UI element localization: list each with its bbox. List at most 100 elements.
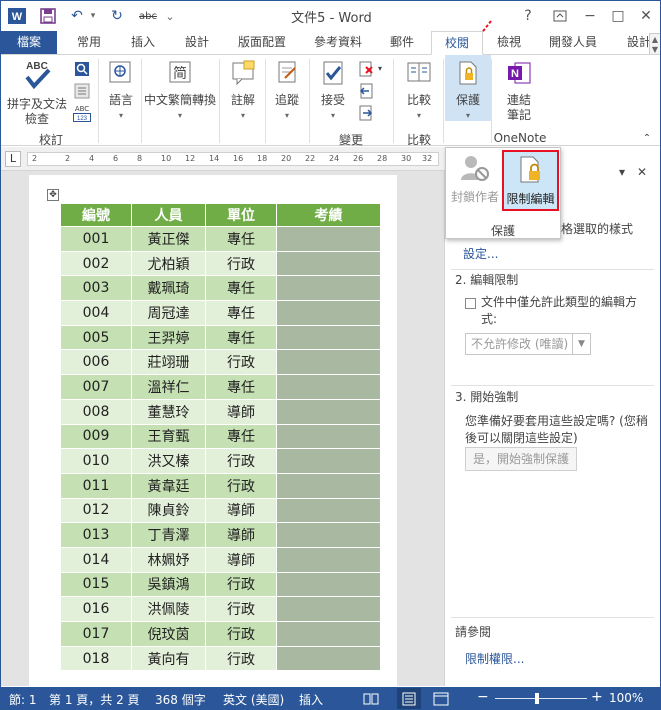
table-row[interactable]: 010 洪又榛 行政 (60, 448, 381, 474)
tab-references[interactable]: 參考資料 (301, 31, 375, 55)
cell-id[interactable]: 009 (60, 423, 132, 450)
previous-change-button[interactable] (357, 83, 375, 103)
table-row[interactable]: 006 莊翊珊 行政 (60, 349, 381, 376)
tracking-button[interactable]: 追蹤 ▾ (267, 59, 307, 123)
cell-unit[interactable]: 行政 (205, 448, 277, 474)
cell-score[interactable] (276, 349, 381, 376)
table-row[interactable]: 016 洪佩陵 行政 (60, 596, 381, 622)
scroll-up-icon[interactable]: ▲ (652, 35, 658, 44)
document-page[interactable]: ✥ 編號 人員 單位 考績 001 黃正傑 專任 002 尤柏穎 行政 003 戴珮琦 專任 00… (29, 175, 397, 686)
word-count[interactable]: 368 個字 (155, 691, 206, 708)
restore-button[interactable]: □ (605, 5, 631, 27)
cell-score[interactable] (276, 423, 381, 450)
ribbon-display-options-icon[interactable] (547, 5, 573, 27)
cell-score[interactable] (276, 275, 381, 302)
print-layout-icon[interactable] (397, 688, 421, 709)
table-row[interactable]: 011 黃韋廷 行政 (60, 472, 381, 499)
cell-unit[interactable]: 導師 (205, 497, 277, 524)
linked-notes-button[interactable]: N 連結 筆記 (497, 59, 541, 123)
read-mode-icon[interactable] (363, 692, 379, 709)
next-change-button[interactable] (357, 105, 375, 125)
table-row[interactable]: 012 陳貞鈴 導師 (60, 497, 381, 524)
reject-dropdown-icon[interactable]: ▾ (375, 61, 385, 76)
tab-mailings[interactable]: 郵件 (377, 31, 427, 55)
cell-unit[interactable]: 行政 (205, 596, 277, 622)
cell-id[interactable]: 017 (60, 621, 132, 647)
cell-unit[interactable]: 導師 (205, 546, 277, 573)
cell-id[interactable]: 002 (60, 250, 132, 277)
cell-score[interactable] (276, 448, 381, 474)
cell-person[interactable]: 黃韋廷 (131, 472, 206, 499)
cell-id[interactable]: 001 (60, 226, 132, 252)
formatting-settings-link[interactable]: 設定... (463, 245, 498, 262)
cell-person[interactable]: 黃正傑 (131, 226, 206, 252)
thesaurus-button[interactable] (73, 83, 91, 103)
tab-review[interactable]: 校閱 (431, 31, 483, 55)
word-count-button[interactable]: ABC 123 (71, 105, 93, 124)
page-indicator[interactable]: 第 1 頁，共 2 頁 (49, 691, 140, 708)
cell-person[interactable]: 溫祥仁 (131, 374, 206, 400)
cell-unit[interactable]: 專任 (205, 300, 277, 326)
cell-person[interactable]: 周冠達 (131, 300, 206, 326)
table-row[interactable]: 013 丁青澤 導師 (60, 522, 381, 548)
zoom-in-button[interactable]: + (591, 689, 603, 705)
insert-mode-indicator[interactable]: 插入 (299, 691, 323, 708)
start-enforcing-button[interactable]: 是，開始強制保護 (465, 447, 577, 471)
table-row[interactable]: 001 黃正傑 專任 (60, 226, 381, 252)
allow-editing-checkbox[interactable] (465, 298, 476, 309)
cell-unit[interactable]: 專任 (205, 374, 277, 400)
spell-check-icon[interactable]: abc (135, 6, 161, 26)
word-app-icon[interactable]: W (7, 6, 27, 26)
zoom-level[interactable]: 100% (609, 691, 643, 705)
reject-button[interactable] (357, 61, 375, 81)
cell-id[interactable]: 014 (60, 546, 132, 573)
cell-unit[interactable]: 行政 (205, 645, 277, 672)
zoom-slider[interactable] (495, 698, 587, 699)
cell-id[interactable]: 008 (60, 398, 132, 425)
editing-type-select[interactable]: 不允許修改 (唯讀) ▼ (465, 333, 591, 355)
cell-unit[interactable]: 導師 (205, 522, 277, 548)
table-row[interactable]: 015 吳鎮鴻 行政 (60, 571, 381, 598)
cell-score[interactable] (276, 374, 381, 400)
table-row[interactable]: 007 溫祥仁 專任 (60, 374, 381, 400)
table-row[interactable]: 018 黃向有 行政 (60, 645, 381, 672)
table-move-handle-icon[interactable]: ✥ (47, 189, 59, 201)
cell-unit[interactable]: 專任 (205, 423, 277, 450)
tab-selector[interactable]: L (5, 151, 21, 167)
cell-unit[interactable]: 專任 (205, 324, 277, 351)
help-button[interactable]: ? (515, 5, 541, 27)
cell-score[interactable] (276, 522, 381, 548)
undo-icon[interactable]: ↶ (67, 6, 87, 26)
pane-close-icon[interactable]: ✕ (637, 165, 647, 179)
pane-options-icon[interactable]: ▾ (619, 165, 625, 179)
cell-unit[interactable]: 行政 (205, 571, 277, 598)
restrict-permission-link[interactable]: 限制權限... (465, 650, 524, 667)
tab-design[interactable]: 設計 (171, 31, 223, 55)
cell-unit[interactable]: 行政 (205, 250, 277, 277)
staff-table[interactable]: 編號 人員 單位 考績 001 黃正傑 專任 002 尤柏穎 行政 003 戴珮琦 專任 004 周… (60, 203, 381, 672)
protect-button[interactable]: 保護 ▾ (445, 55, 491, 121)
cell-score[interactable] (276, 571, 381, 598)
define-button[interactable] (73, 61, 91, 81)
cell-person[interactable]: 董慧玲 (131, 398, 206, 425)
cell-person[interactable]: 吳鎮鴻 (131, 571, 206, 598)
horizontal-ruler[interactable]: 2 2 4 6 8 10 12 14 16 18 20 22 24 26 28 … (27, 152, 439, 166)
cell-score[interactable] (276, 472, 381, 499)
accept-button[interactable]: 接受 ▾ (313, 59, 353, 123)
redo-icon[interactable]: ↻ (107, 6, 127, 26)
cell-person[interactable]: 林姵妤 (131, 546, 206, 573)
table-row[interactable]: 003 戴珮琦 專任 (60, 275, 381, 302)
cell-score[interactable] (276, 226, 381, 252)
scroll-down-icon[interactable]: ▼ (652, 45, 658, 54)
minimize-button[interactable]: − (577, 5, 603, 27)
cell-unit[interactable]: 專任 (205, 275, 277, 302)
cell-unit[interactable]: 行政 (205, 472, 277, 499)
cell-person[interactable]: 王育甄 (131, 423, 206, 450)
cell-score[interactable] (276, 497, 381, 524)
table-row[interactable]: 014 林姵妤 導師 (60, 546, 381, 573)
cell-person[interactable]: 丁青澤 (131, 522, 206, 548)
cell-unit[interactable]: 專任 (205, 226, 277, 252)
block-authors-button[interactable]: 封鎖作者 (448, 152, 502, 205)
cell-score[interactable] (276, 596, 381, 622)
cell-person[interactable]: 倪玟茵 (131, 621, 206, 647)
